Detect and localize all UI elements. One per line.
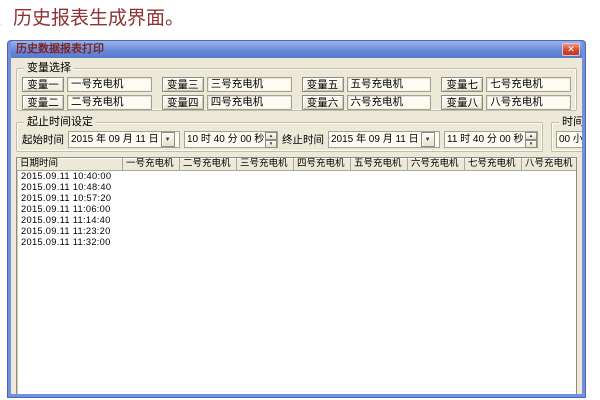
variable-pair-3: 变量三 三号充电机	[162, 77, 292, 92]
variable-pair-6: 变量六 六号充电机	[302, 95, 432, 110]
variable-field-2[interactable]: 二号充电机	[67, 95, 152, 110]
interval-value: 00 小时 08 分 40 秒	[557, 132, 582, 147]
data-table: 日期时间 一号充电机 二号充电机 三号充电机 四号充电机 五号充电机 六号充电机…	[16, 157, 577, 394]
start-time-value: 10 时 40 分 00 秒	[185, 132, 265, 147]
variable-pair-4: 变量四 四号充电机	[162, 95, 292, 110]
interval-group-title: 时间间隔设定	[559, 116, 582, 128]
variable-button-4[interactable]: 变量四	[162, 95, 204, 110]
variable-button-5[interactable]: 变量五	[302, 77, 344, 92]
table-header: 日期时间 一号充电机 二号充电机 三号充电机 四号充电机 五号充电机 六号充电机…	[17, 158, 576, 171]
page-heading: 、历史报表生成界面。	[0, 3, 184, 30]
variable-field-8[interactable]: 八号充电机	[486, 95, 571, 110]
start-time-label: 起始时间	[22, 132, 64, 147]
variable-pair-5: 变量五 五号充电机	[302, 77, 432, 92]
chevron-down-icon[interactable]: ▼	[161, 132, 175, 147]
variable-button-7[interactable]: 变量七	[441, 77, 483, 92]
header-cell-charger6[interactable]: 六号充电机	[408, 158, 465, 170]
table-row[interactable]: 2015.09.11 11:14:40	[17, 215, 576, 226]
variable-field-5[interactable]: 五号充电机	[347, 77, 432, 92]
variable-grid: 变量一 一号充电机 变量三 三号充电机 变量五 五号充电机 变量七 七号充电机 …	[22, 77, 571, 107]
variable-pair-8: 变量八 八号充电机	[441, 95, 571, 110]
variable-selection-group: 变量选择 变量一 一号充电机 变量三 三号充电机 变量五 五号充电机 变量七 七…	[16, 68, 577, 111]
end-time-value: 11 时 40 分 00 秒	[445, 132, 525, 147]
close-icon: ✕	[567, 44, 575, 54]
header-cell-charger7[interactable]: 七号充电机	[465, 158, 522, 170]
start-time-spinner[interactable]: 10 时 40 分 00 秒 ▲ ▼	[184, 131, 278, 148]
variable-field-7[interactable]: 七号充电机	[486, 77, 571, 92]
header-cell-charger2[interactable]: 二号充电机	[180, 158, 237, 170]
start-date-select[interactable]: 2015 年 09 月 11 日 ▼	[68, 131, 180, 148]
interval-group: 时间间隔设定 00 小时 08 分 40 秒 ▲ ▼	[551, 122, 582, 152]
variable-button-3[interactable]: 变量三	[162, 77, 204, 92]
header-cell-datetime[interactable]: 日期时间	[17, 158, 123, 170]
chevron-down-icon[interactable]: ▼	[421, 132, 435, 147]
end-time-spin-buttons[interactable]: ▲ ▼	[525, 132, 537, 147]
start-time-spin-buttons[interactable]: ▲ ▼	[265, 132, 277, 147]
table-row[interactable]: 2015.09.11 10:57:20	[17, 193, 576, 204]
variable-field-6[interactable]: 六号充电机	[347, 95, 432, 110]
window-title: 历史数据报表打印	[16, 41, 104, 58]
table-row[interactable]: 2015.09.11 11:32:00	[17, 237, 576, 248]
end-time-spinner[interactable]: 11 时 40 分 00 秒 ▲ ▼	[444, 131, 538, 148]
header-cell-charger5[interactable]: 五号充电机	[351, 158, 408, 170]
titlebar[interactable]: 历史数据报表打印 ✕	[11, 41, 582, 58]
header-cell-charger4[interactable]: 四号充电机	[294, 158, 351, 170]
table-row[interactable]: 2015.09.11 10:40:00	[17, 171, 576, 182]
end-date-select[interactable]: 2015 年 09 月 11 日 ▼	[328, 131, 440, 148]
header-cell-charger3[interactable]: 三号充电机	[237, 158, 294, 170]
end-time-label: 终止时间	[282, 132, 324, 147]
header-cell-charger1[interactable]: 一号充电机	[123, 158, 180, 170]
variable-pair-1: 变量一 一号充电机	[22, 77, 152, 92]
variable-field-4[interactable]: 四号充电机	[207, 95, 292, 110]
close-button[interactable]: ✕	[562, 43, 580, 56]
variable-button-8[interactable]: 变量八	[441, 95, 483, 110]
variable-button-6[interactable]: 变量六	[302, 95, 344, 110]
variable-group-title: 变量选择	[24, 62, 74, 74]
start-date-value: 2015 年 09 月 11 日	[69, 132, 161, 147]
table-row[interactable]: 2015.09.11 10:48:40	[17, 182, 576, 193]
end-date-value: 2015 年 09 月 11 日	[329, 132, 421, 147]
table-row[interactable]: 2015.09.11 11:06:00	[17, 204, 576, 215]
variable-button-1[interactable]: 变量一	[22, 77, 64, 92]
variable-field-1[interactable]: 一号充电机	[67, 77, 152, 92]
dialog-content: 变量选择 变量一 一号充电机 变量三 三号充电机 变量五 五号充电机 变量七 七…	[11, 58, 582, 394]
spinner-down-icon[interactable]: ▼	[525, 140, 537, 148]
variable-pair-2: 变量二 二号充电机	[22, 95, 152, 110]
dialog-window: 历史数据报表打印 ✕ 变量选择 变量一 一号充电机 变量三 三号充电机 变量五 …	[8, 41, 585, 397]
spinner-up-icon[interactable]: ▲	[525, 132, 537, 140]
table-row[interactable]: 2015.09.11 11:23:20	[17, 226, 576, 237]
variable-field-3[interactable]: 三号充电机	[207, 77, 292, 92]
time-group-title: 起止时间设定	[24, 116, 96, 128]
header-cell-charger8[interactable]: 八号充电机	[522, 158, 577, 170]
time-range-group: 起止时间设定 起始时间 2015 年 09 月 11 日 ▼ 10 时 40 分…	[16, 122, 543, 152]
variable-pair-7: 变量七 七号充电机	[441, 77, 571, 92]
interval-spinner[interactable]: 00 小时 08 分 40 秒 ▲ ▼	[556, 131, 582, 148]
spinner-up-icon[interactable]: ▲	[265, 132, 277, 140]
spinner-down-icon[interactable]: ▼	[265, 140, 277, 148]
variable-button-2[interactable]: 变量二	[22, 95, 64, 110]
